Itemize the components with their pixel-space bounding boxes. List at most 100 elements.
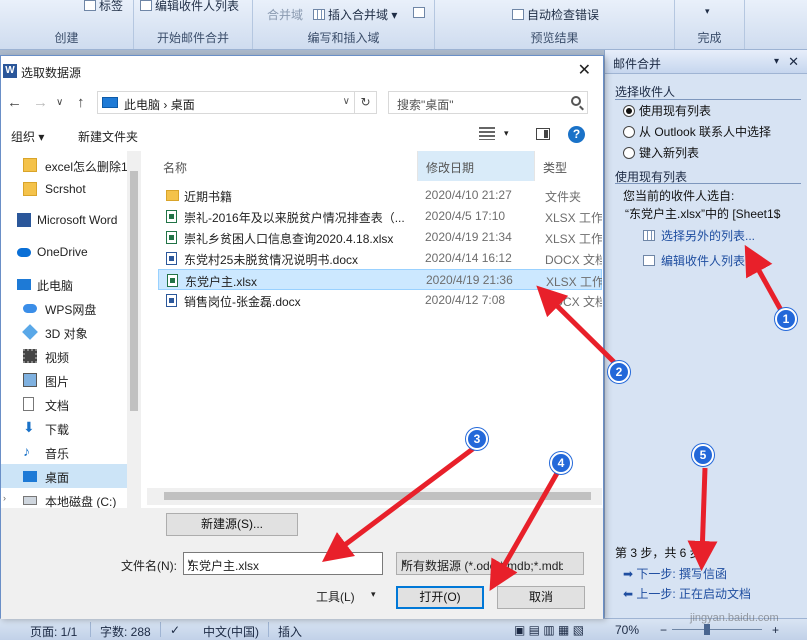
filename-label: 文件名(N): (121, 559, 177, 573)
radio-outlook-contacts[interactable]: 从 Outlook 联系人中选择 (623, 123, 771, 140)
insert-mode[interactable]: 插入 (278, 623, 302, 640)
nav-item-pictures[interactable]: 图片 (1, 368, 127, 392)
music-icon: ♪ (23, 443, 30, 459)
search-input[interactable]: 搜索"桌面" (388, 91, 588, 114)
dialog-title-bar: W 选取数据源 ✕ (1, 56, 603, 86)
tools-dropdown-icon[interactable]: ▾ (371, 589, 376, 600)
nav-item-wps-drive[interactable]: WPS网盘 (1, 296, 127, 320)
group-label-start-merge: 开始邮件合并 (156, 31, 229, 45)
breadcrumb-separator: › (163, 98, 168, 112)
horizontal-scroll-thumb[interactable] (164, 492, 591, 500)
word-count[interactable]: 字数: 288 (100, 623, 151, 640)
preview-pane-icon[interactable] (536, 128, 550, 140)
dialog-bottom-area: 新建源(S)... 文件名(N): 东党户主.xlsx ∨ 所有数据源 (*.o… (1, 508, 603, 619)
nav-item-scrshot[interactable]: Scrshot (1, 177, 127, 201)
file-type-select[interactable]: 所有数据源 (*.odc;*.mdb;*.mdb ∨ (396, 552, 584, 575)
new-folder-button[interactable]: 新建文件夹 (78, 128, 138, 145)
zoom-level[interactable]: 70% (615, 623, 639, 637)
video-icon (23, 349, 37, 363)
zoom-slider-track[interactable] (672, 629, 762, 630)
column-header-name[interactable]: 名称 ^ (155, 151, 417, 181)
file-row-selected[interactable]: 东党户主.xlsx 2020/4/19 21:36 XLSX 工作表 (158, 269, 602, 290)
nav-item-documents[interactable]: 文档 (1, 392, 127, 416)
refresh-icon[interactable]: ↻ (354, 91, 376, 114)
filename-input[interactable]: 东党户主.xlsx ∨ (183, 552, 383, 575)
excel-file-icon (166, 231, 177, 244)
cancel-button[interactable]: 取消 (497, 586, 585, 609)
radio-type-new-list[interactable]: 键入新列表 (623, 144, 699, 161)
open-button[interactable]: 打开(O) (396, 586, 484, 609)
group-label-finish: 完成 (697, 31, 722, 45)
recent-locations-icon[interactable]: ∨ (56, 97, 63, 108)
new-source-button[interactable]: 新建源(S)... (166, 513, 298, 536)
nav-item-excel-folder[interactable]: excel怎么删除1 (1, 153, 128, 177)
address-dropdown-icon[interactable]: ∨ (343, 96, 350, 107)
zoom-slider-thumb[interactable] (704, 624, 710, 635)
tools-button[interactable]: 工具(L) (316, 588, 355, 605)
file-list: 名称 ^ 修改日期 类型 近期书籍 2020/4/10 21:27 文件夹 崇礼-… (147, 151, 602, 508)
breadcrumb-desktop[interactable]: 桌面 (171, 98, 195, 112)
file-row[interactable]: 崇礼-2016年及以来脱贫户情况排查表（... 2020/4/5 17:10 X… (158, 206, 602, 227)
auto-check-errors-button[interactable]: 自动检查错误 (512, 6, 599, 23)
previous-step-link[interactable]: ⬅ 上一步: 正在启动文档 (623, 585, 751, 602)
back-icon[interactable]: ← (7, 94, 22, 111)
file-row[interactable]: 销售岗位-张金磊.docx 2020/4/12 7:08 DOCX 文档 (158, 290, 602, 311)
status-bar: 页面: 1/1 字数: 288 ✓ 中文(中国) 插入 ▣ ▤ ▥ ▦ ▧ 70… (0, 618, 807, 640)
edit-recipient-list-link[interactable]: 编辑收件人列表... (643, 252, 755, 269)
next-step-link[interactable]: ➡ 下一步: 撰写信函 (623, 565, 727, 582)
view-options-icon[interactable] (479, 127, 495, 140)
insert-merge-field-button[interactable]: 插入合并域 ▾ (313, 6, 397, 23)
nav-item-music[interactable]: ♪ 音乐 (1, 440, 127, 464)
insert-field-icon (313, 9, 325, 20)
check-errors-icon (512, 9, 524, 20)
language-indicator[interactable]: 中文(中国) (203, 623, 259, 640)
forward-icon[interactable]: → (33, 94, 48, 111)
radio-use-existing-list[interactable]: 使用现有列表 (623, 102, 711, 119)
address-bar[interactable]: 此电脑 › 桌面 ∨ ↻ (97, 91, 377, 114)
label-icon (84, 0, 96, 11)
task-pane-menu-icon[interactable]: ▾ (774, 56, 779, 67)
nav-item-local-disk-c[interactable]: › 本地磁盘 (C:) (1, 488, 127, 510)
page-indicator[interactable]: 页面: 1/1 (30, 623, 77, 640)
help-icon[interactable]: ? (568, 126, 585, 143)
nav-item-3d-objects[interactable]: 3D 对象 (1, 320, 127, 344)
finish-merge-dropdown[interactable]: ▾ (705, 6, 710, 17)
organize-button[interactable]: 组织 ▾ (11, 128, 44, 145)
edit-pencil-icon (643, 255, 655, 266)
nav-item-this-pc[interactable]: 此电脑 (1, 272, 127, 296)
column-header-type[interactable]: 类型 (534, 151, 602, 181)
computer-icon (17, 279, 31, 290)
breadcrumb-this-pc[interactable]: 此电脑 (124, 98, 160, 112)
labels-button[interactable]: 标签 (84, 0, 123, 14)
file-row[interactable]: 东党村25未脱贫情况说明书.docx 2020/4/14 16:12 DOCX … (158, 248, 602, 269)
ribbon-group-start-merge: 编辑收件人列表 开始邮件合并 (134, 0, 253, 49)
select-another-list-link[interactable]: 选择另外的列表... (643, 227, 755, 244)
cloud-icon (17, 248, 31, 257)
nav-item-microsoft-word[interactable]: Microsoft Word (1, 208, 127, 232)
nav-item-videos[interactable]: 视频 (1, 344, 127, 368)
zoom-in-button[interactable]: + (772, 623, 779, 637)
update-labels-button[interactable] (413, 6, 428, 20)
edit-recipient-list-button[interactable]: 编辑收件人列表 (140, 0, 239, 14)
navigation-pane-scroll-thumb[interactable] (130, 171, 138, 411)
close-icon[interactable]: ✕ (578, 60, 591, 80)
view-dropdown-icon[interactable]: ▾ (504, 128, 509, 139)
word-file-icon (166, 294, 177, 307)
nav-item-desktop[interactable]: 桌面 (1, 464, 127, 488)
nav-item-downloads[interactable]: ⬇ 下载 (1, 416, 127, 440)
proofing-icon[interactable]: ✓ (170, 623, 180, 637)
filename-dropdown-icon[interactable]: ∨ (187, 557, 378, 568)
task-pane-close-icon[interactable]: ✕ (788, 54, 799, 70)
sort-up-icon: ^ (283, 151, 288, 157)
up-icon[interactable]: ↑ (77, 94, 85, 111)
nav-item-onedrive[interactable]: OneDrive (1, 240, 127, 264)
file-row[interactable]: 崇礼乡贫困人口信息查询2020.4.18.xlsx 2020/4/19 21:3… (158, 227, 602, 248)
search-icon (571, 96, 581, 106)
dialog-title: 选取数据源 (21, 66, 82, 80)
view-buttons[interactable]: ▣ ▤ ▥ ▦ ▧ (514, 623, 584, 637)
column-header-date[interactable]: 修改日期 (417, 151, 534, 181)
current-recipients-from: 您当前的收件人选自: (623, 189, 735, 203)
zoom-out-button[interactable]: − (660, 623, 667, 637)
merge-field-button[interactable]: 合并域 (267, 6, 303, 23)
file-row[interactable]: 近期书籍 2020/4/10 21:27 文件夹 (158, 185, 602, 206)
